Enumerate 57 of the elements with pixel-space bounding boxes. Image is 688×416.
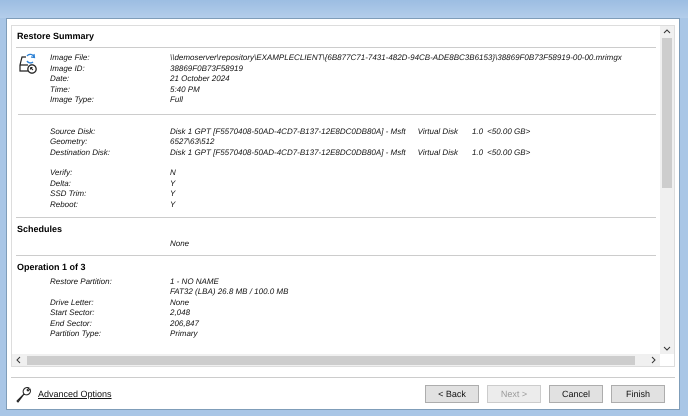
section-title: Operation 1 of 3 [16, 260, 87, 274]
field-value: 1.0 [472, 126, 484, 137]
field-value: 5:40 PM [170, 84, 200, 95]
field-value: Disk 1 GPT [F5570408-50AD-4CD7-B137-12E8DC0DB80A] - Msft [170, 148, 406, 158]
field-value: Full [170, 95, 183, 106]
field-label: Date: [50, 74, 70, 83]
field-label: Start Sector: [50, 308, 94, 317]
horizontal-scrollbar[interactable] [12, 354, 660, 366]
field-label: SSD Trim: [50, 189, 86, 198]
field-label: Source Disk: [50, 126, 96, 136]
field-label: Image Type: [50, 95, 94, 104]
wizard-button[interactable]: Cancel [549, 384, 603, 402]
field-value: FAT32 (LBA) 26.8 MB / 100.0 MB [170, 287, 288, 298]
wizard-button[interactable]: Finish [611, 384, 665, 402]
vertical-scrollbar[interactable] [660, 26, 674, 354]
field-value: 38869F0B73F58919 [170, 64, 243, 74]
scroll-down-icon[interactable] [663, 344, 671, 352]
scroll-right-icon[interactable] [649, 356, 657, 364]
field-value: Y [170, 200, 176, 210]
field-value: N [170, 168, 176, 178]
field-value: 2,048 [170, 308, 190, 318]
advanced-options-link[interactable]: Advanced Options [38, 388, 112, 398]
field-value: Virtual Disk [418, 148, 458, 158]
field-label: End Sector: [50, 318, 92, 328]
field-label: Geometry: [50, 137, 88, 146]
field-label: Image ID: [50, 64, 85, 72]
field-value: <50.00 GB> [487, 148, 530, 158]
field-label: Partition Type: [50, 329, 101, 338]
field-label: Image File: [50, 53, 90, 62]
section-title: Restore Summary [16, 26, 656, 48]
field-label: Restore Partition: [50, 276, 112, 286]
field-value: None [170, 298, 190, 308]
field-value: Disk 1 GPT [F5570408-50AD-4CD7-B137-12E8DC0DB80A] - Msft [170, 126, 406, 137]
field-value: Primary [170, 329, 198, 340]
disk-restore-icon [18, 53, 38, 75]
field-value: <50.00 GB> [487, 126, 530, 137]
field-label: Drive Letter: [50, 298, 94, 306]
field-label: Delta: [50, 178, 71, 188]
field-value: \\demoserver\repository\EXAMPLECLIENT\{6B877C71-7431-482D-94CB-ADE8BC3B6153}\38869F0B73F58919-00-00.mrimgx [170, 53, 622, 64]
field-value: 206,847 [170, 318, 199, 329]
section-title: Schedules [16, 223, 64, 236]
field-label: Destination Disk: [50, 148, 110, 156]
field-value: Y [170, 178, 176, 189]
field-value: Virtual Disk [418, 126, 458, 137]
field-value: 1 - NO NAME [170, 276, 219, 287]
field-label: Verify: [50, 168, 72, 177]
field-value: 1.0 [472, 148, 484, 158]
wizard-button[interactable]: < Back [425, 384, 479, 402]
field-value: Y [170, 189, 176, 200]
scroll-left-icon[interactable] [15, 356, 23, 364]
field-value: None [170, 239, 190, 250]
field-value: 21 October 2024 [170, 74, 230, 84]
scroll-up-icon[interactable] [663, 28, 671, 36]
field-value: 6527\63\512 [170, 137, 214, 148]
field-label: Reboot: [50, 200, 78, 208]
field-label: Time: [50, 84, 70, 94]
wrench-icon [15, 384, 33, 402]
